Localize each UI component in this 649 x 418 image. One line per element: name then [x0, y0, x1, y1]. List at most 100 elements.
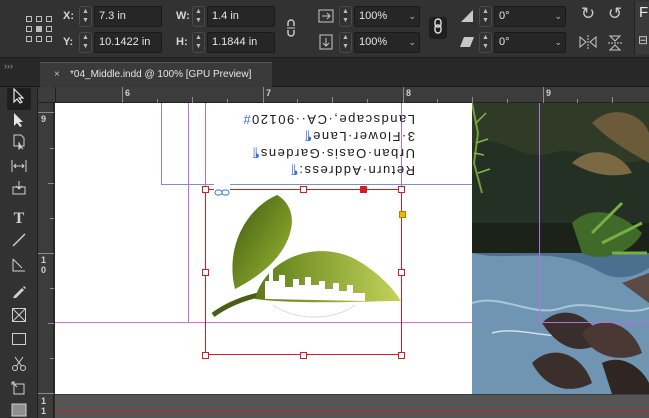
flip-vertical-icon[interactable]: [605, 34, 625, 52]
indesign-window: X: ▲ ▼ 7.3 in Y: ▲ ▼ 10.1422 in W: ▲ ▼ 1.4 …: [0, 0, 649, 418]
scale-x-dropdown-icon[interactable]: ⌄: [408, 7, 416, 26]
scale-y-value: 100%: [359, 36, 388, 48]
frame-handle[interactable]: [398, 269, 405, 276]
rotate-clockwise-icon[interactable]: ↻: [578, 5, 598, 26]
shear-stepper[interactable]: ▲ ▼: [479, 32, 492, 53]
panel-edge-letter: F: [639, 4, 649, 21]
ref-point-top-right[interactable]: [46, 16, 52, 22]
address-line: Landscape,·CA··90120#: [241, 112, 415, 127]
content-collector-tool-icon[interactable]: [7, 180, 31, 202]
ref-point-top-left[interactable]: [26, 16, 32, 22]
scale-y-stepper[interactable]: ▲ ▼: [339, 32, 352, 53]
x-stepper[interactable]: ▲ ▼: [79, 6, 92, 27]
ref-point-bottom-left[interactable]: [26, 36, 32, 42]
flip-horizontal-icon[interactable]: [578, 34, 598, 52]
control-panel: X: ▲ ▼ 7.3 in Y: ▲ ▼ 10.1422 in W: ▲ ▼ 1.4 …: [0, 0, 649, 58]
document-tab[interactable]: × *04_Middle.indd @ 100% [GPU Preview]: [40, 62, 272, 87]
pen-tool-icon[interactable]: [7, 257, 31, 279]
margin-guide: [161, 184, 472, 185]
type-tool-icon[interactable]: T: [7, 208, 31, 230]
ruler-v-label: 9: [41, 114, 47, 124]
ruler-origin[interactable]: [38, 87, 56, 103]
scale-x-field[interactable]: 100% ⌄: [354, 6, 420, 27]
frame-handle[interactable]: [202, 186, 209, 193]
collapse-panel-icon[interactable]: ›››: [4, 61, 13, 71]
rotate-dropdown-icon[interactable]: ⌄: [554, 7, 562, 26]
frame-handle[interactable]: [202, 269, 209, 276]
rectangle-tool-icon[interactable]: [7, 330, 31, 352]
tools-panel: T: [0, 87, 38, 418]
y-stepper[interactable]: ▲ ▼: [79, 32, 92, 53]
rotate-stepper[interactable]: ▲ ▼: [479, 6, 492, 27]
scissors-tool-icon[interactable]: [7, 356, 31, 378]
pasteboard[interactable]: Return·Address:¶ Urban·Oasis·Gardens¶ 3·…: [55, 103, 649, 418]
ruler-v-label: 1: [41, 406, 47, 416]
frame-handle[interactable]: [300, 186, 307, 193]
return-address-text-frame[interactable]: Return·Address:¶ Urban·Oasis·Gardens¶ 3·…: [205, 111, 415, 179]
scale-y-dropdown-icon[interactable]: ⌄: [408, 33, 416, 52]
pencil-tool-icon[interactable]: [7, 283, 31, 305]
frame-handle[interactable]: [202, 352, 209, 359]
y-label: Y:: [63, 36, 74, 48]
selected-graphic-frame[interactable]: [202, 184, 406, 359]
out-port-handle[interactable]: [360, 186, 367, 193]
panel-edge-icon[interactable]: ⊟: [637, 32, 649, 48]
garden-photo-image: [472, 103, 649, 394]
ref-point-center[interactable]: [36, 26, 42, 32]
rotate-value: 0°: [499, 10, 510, 22]
scale-y-field[interactable]: 100% ⌄: [354, 32, 420, 53]
close-tab-icon[interactable]: ×: [54, 63, 60, 87]
w-stepper[interactable]: ▲ ▼: [192, 6, 205, 27]
x-label: X:: [63, 10, 74, 22]
shear-field[interactable]: 0° ⌄: [494, 32, 566, 53]
w-field[interactable]: 1.4 in: [207, 6, 275, 27]
ruler-v-label: 1: [41, 396, 47, 406]
ruler-v-label: 1: [41, 255, 47, 265]
constrain-proportions-icon[interactable]: [283, 18, 299, 38]
address-line: 3·Flower·Lane¶: [303, 129, 415, 144]
frame-link-icon[interactable]: [214, 184, 230, 196]
page-tool-icon[interactable]: [7, 134, 31, 156]
w-label: W:: [176, 10, 190, 22]
scale-link-icon[interactable]: [429, 17, 447, 39]
pasteboard-bottom-area: [55, 394, 649, 418]
scale-x-icon: [318, 8, 334, 24]
scale-x-value: 100%: [359, 10, 388, 22]
gap-tool-icon[interactable]: [7, 157, 31, 179]
rotate-angle-icon: [459, 8, 475, 24]
live-corner-handle[interactable]: [399, 211, 406, 218]
ref-point-middle-right[interactable]: [46, 26, 52, 32]
ref-point-bottom-center[interactable]: [36, 36, 42, 42]
garden-pond-photo[interactable]: [472, 103, 649, 394]
rectangle-frame-tool-icon[interactable]: [7, 307, 31, 329]
reference-point-grid[interactable]: [26, 16, 52, 42]
frame-handle[interactable]: [398, 352, 405, 359]
y-field[interactable]: 10.1422 in: [94, 32, 162, 53]
x-field[interactable]: 7.3 in: [94, 6, 162, 27]
ruler-h-label: 6: [125, 88, 131, 98]
frame-handle[interactable]: [300, 352, 307, 359]
document-tab-title: *04_Middle.indd @ 100% [GPU Preview]: [70, 69, 252, 80]
rotate-counterclockwise-icon[interactable]: ↺: [605, 5, 625, 26]
selection-tool-icon[interactable]: [7, 87, 31, 110]
scale-x-stepper[interactable]: ▲ ▼: [339, 6, 352, 27]
h-stepper[interactable]: ▲ ▼: [192, 32, 205, 53]
gradient-swatch-tool-icon[interactable]: [7, 401, 31, 417]
ref-point-top-center[interactable]: [36, 16, 42, 22]
frame-handle[interactable]: [398, 186, 405, 193]
column-guide: [188, 103, 189, 323]
free-transform-tool-icon[interactable]: [7, 381, 31, 403]
vertical-ruler[interactable]: 9 1 0 1 1: [38, 103, 54, 418]
h-field[interactable]: 1.1844 in: [207, 32, 275, 53]
rotate-field[interactable]: 0° ⌄: [494, 6, 566, 27]
ref-point-middle-left[interactable]: [26, 26, 32, 32]
ruler-h-label: 9: [546, 88, 552, 98]
direct-selection-tool-icon[interactable]: [7, 112, 31, 134]
scale-y-icon: [318, 34, 334, 50]
ref-point-bottom-right[interactable]: [46, 36, 52, 42]
line-tool-icon[interactable]: [7, 232, 31, 254]
document-page[interactable]: Return·Address:¶ Urban·Oasis·Gardens¶ 3·…: [55, 103, 472, 394]
h-label: H:: [176, 36, 188, 48]
horizontal-ruler[interactable]: 6 7 8 9: [56, 87, 649, 103]
shear-dropdown-icon[interactable]: ⌄: [554, 33, 562, 52]
